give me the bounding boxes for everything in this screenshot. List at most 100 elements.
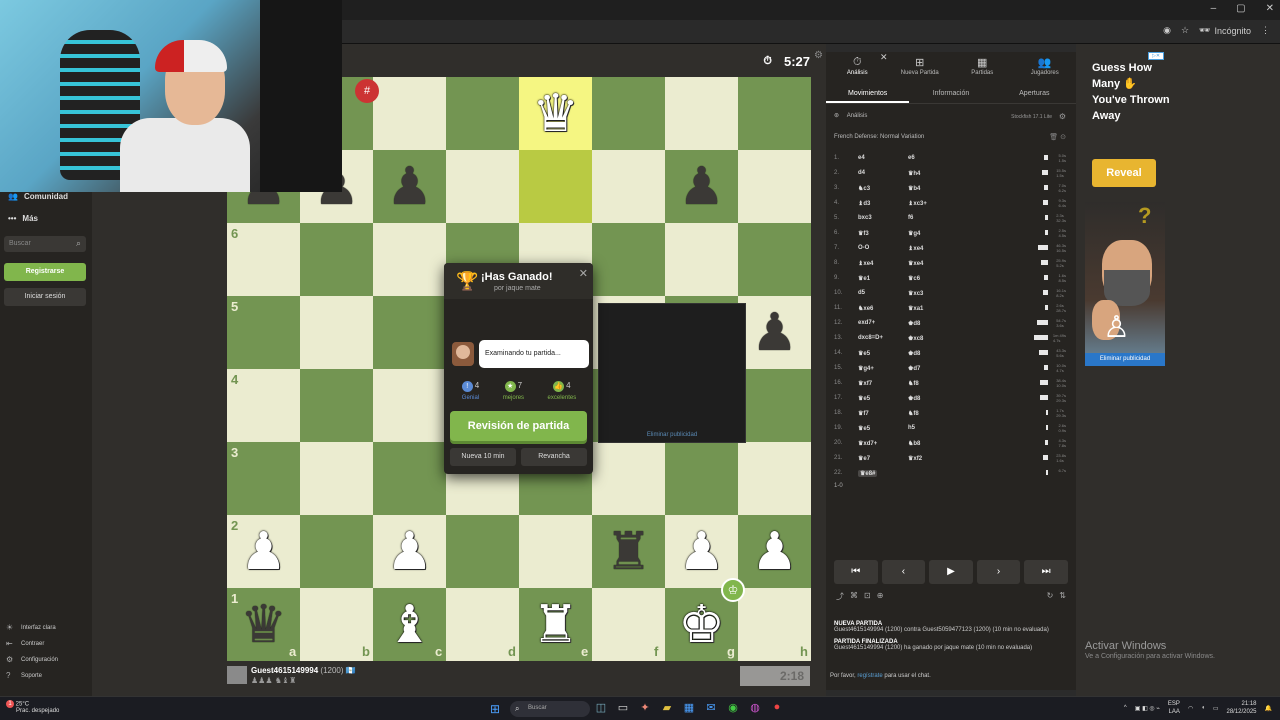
- tab-games[interactable]: ▦ Partidas: [951, 52, 1014, 82]
- next-move-button[interactable]: ›: [976, 560, 1021, 584]
- notifications-icon[interactable]: 🔔: [1265, 705, 1272, 712]
- black-move[interactable]: ♚d7: [908, 365, 920, 372]
- board-square[interactable]: [300, 442, 373, 515]
- incognito-indicator[interactable]: 🕶 Incógnito: [1199, 25, 1251, 36]
- white-move[interactable]: ♛e5: [858, 350, 870, 357]
- refresh-icon[interactable]: ↻: [1047, 591, 1054, 600]
- analysis-toggle-icon[interactable]: ⊛: [834, 113, 839, 119]
- board-square[interactable]: [373, 369, 446, 442]
- black-move[interactable]: h5: [908, 425, 915, 431]
- black-queen[interactable]: ♛: [227, 588, 300, 661]
- white-move[interactable]: ♛e5: [858, 395, 870, 402]
- game-review-button[interactable]: Revisión de partida: [450, 411, 587, 441]
- black-move[interactable]: ♚d8: [908, 395, 920, 402]
- tab-openings[interactable]: Aperturas: [993, 84, 1076, 103]
- white-move[interactable]: ♞xe6: [858, 305, 873, 312]
- white-move[interactable]: ♝d3: [858, 200, 870, 207]
- engine-settings-icon[interactable]: ⚙: [1059, 112, 1066, 121]
- last-move-button[interactable]: ⏭: [1024, 560, 1068, 584]
- board-square[interactable]: [592, 150, 665, 223]
- copilot-icon[interactable]: ✦: [638, 701, 652, 714]
- white-move[interactable]: ♛xf7: [858, 380, 872, 387]
- black-move[interactable]: ♚d8: [908, 320, 920, 327]
- white-move[interactable]: d5: [858, 290, 865, 296]
- white-move[interactable]: bxc3: [858, 215, 872, 221]
- export-icon[interactable]: ⊡: [864, 591, 871, 602]
- board-square[interactable]: [592, 442, 665, 515]
- sidebar-item-settings[interactable]: ⚙ Configuración: [6, 655, 58, 664]
- board-square[interactable]: [738, 77, 811, 150]
- board-square[interactable]: [373, 296, 446, 369]
- white-move[interactable]: ♝xe4: [858, 260, 873, 267]
- black-move[interactable]: ♚d8: [908, 350, 920, 357]
- share-icon[interactable]: ⤴: [836, 591, 844, 602]
- camera-icon[interactable]: ⌘: [850, 591, 858, 602]
- board-square[interactable]: [738, 369, 811, 442]
- white-move[interactable]: e4: [858, 155, 865, 161]
- task-view-icon[interactable]: ▭: [616, 701, 630, 714]
- black-pawn[interactable]: ♟: [665, 150, 738, 223]
- tab-new-game[interactable]: ⊞ Nueva Partida: [889, 52, 952, 82]
- weather-widget[interactable]: 1 25°C Prac. despejado: [6, 700, 59, 714]
- black-pawn[interactable]: ♟: [738, 296, 811, 369]
- tray-chevron-icon[interactable]: ^: [1124, 705, 1127, 711]
- board-square[interactable]: [373, 77, 446, 150]
- white-move[interactable]: ♛e8#: [858, 470, 878, 477]
- white-move[interactable]: d4: [858, 170, 865, 176]
- white-move[interactable]: ♛g4+: [858, 365, 874, 372]
- black-move[interactable]: f6: [908, 215, 913, 221]
- eye-off-icon[interactable]: ◉: [1163, 25, 1171, 36]
- black-move[interactable]: e6: [908, 155, 915, 161]
- sidebar-item-light-theme[interactable]: ☀ Interfaz clara: [6, 623, 56, 632]
- black-move[interactable]: ♛c6: [908, 275, 920, 282]
- black-move[interactable]: ♝xc3+: [908, 200, 927, 207]
- widgets-icon[interactable]: ◫: [594, 701, 608, 714]
- chrome-icon[interactable]: ◉: [726, 701, 740, 714]
- board-square[interactable]: [519, 515, 592, 588]
- battery-icon[interactable]: ▭: [1213, 705, 1219, 712]
- login-button[interactable]: Iniciar sesión: [4, 288, 86, 306]
- black-move[interactable]: ♞b8: [908, 440, 920, 447]
- board-square[interactable]: [738, 223, 811, 296]
- white-move[interactable]: ♞c3: [858, 185, 870, 192]
- white-pawn[interactable]: ♟: [227, 515, 300, 588]
- windows-start-icon[interactable]: ⊞: [490, 702, 500, 716]
- board-square[interactable]: [446, 150, 519, 223]
- search-input[interactable]: Buscar ⌕: [4, 236, 86, 252]
- mail-icon[interactable]: ✉: [704, 701, 718, 714]
- close-button[interactable]: ✕: [1266, 3, 1274, 14]
- file-explorer-icon[interactable]: ▰: [660, 701, 674, 714]
- white-move[interactable]: exd7+: [858, 320, 875, 326]
- white-move[interactable]: dxc8=D+: [858, 335, 883, 341]
- panel-close-icon[interactable]: ✕: [880, 52, 888, 63]
- white-move[interactable]: ♛e5: [858, 425, 870, 432]
- board-square[interactable]: [446, 515, 519, 588]
- new-game-button[interactable]: Nueva 10 min: [450, 448, 516, 466]
- white-bishop[interactable]: ♝: [373, 588, 446, 661]
- board-square[interactable]: [592, 77, 665, 150]
- analysis-toggle-row[interactable]: ⊛ Análisis Stockfish 17.1 Lite ⚙: [834, 112, 1068, 126]
- prev-move-button[interactable]: ‹: [881, 560, 926, 584]
- board-square[interactable]: [373, 442, 446, 515]
- opening-icons[interactable]: 🗑 ⊙: [1049, 133, 1066, 141]
- board-square[interactable]: [300, 223, 373, 296]
- board-square[interactable]: [592, 223, 665, 296]
- board-square[interactable]: [665, 442, 738, 515]
- black-move[interactable]: ♛xf2: [908, 455, 922, 462]
- avatar[interactable]: [227, 666, 247, 684]
- zoom-icon[interactable]: ⊕: [877, 591, 884, 602]
- sidebar-item-more[interactable]: ••• Más: [8, 214, 38, 223]
- board-square[interactable]: [665, 223, 738, 296]
- taskbar-search[interactable]: ⌕ Buscar: [510, 701, 590, 717]
- board-square[interactable]: [738, 150, 811, 223]
- board-square[interactable]: [519, 150, 592, 223]
- tab-info[interactable]: Información: [909, 84, 992, 103]
- white-rook[interactable]: ♜: [519, 588, 592, 661]
- flip-icon[interactable]: ⇅: [1059, 591, 1066, 600]
- volume-icon[interactable]: ◖: [1201, 705, 1205, 711]
- white-pawn[interactable]: ♟: [665, 515, 738, 588]
- black-move[interactable]: ♛xa1: [908, 305, 923, 312]
- white-move[interactable]: ♛e1: [858, 275, 870, 282]
- sidebar-item-community[interactable]: 👥 Comunidad: [8, 192, 68, 201]
- board-square[interactable]: [738, 442, 811, 515]
